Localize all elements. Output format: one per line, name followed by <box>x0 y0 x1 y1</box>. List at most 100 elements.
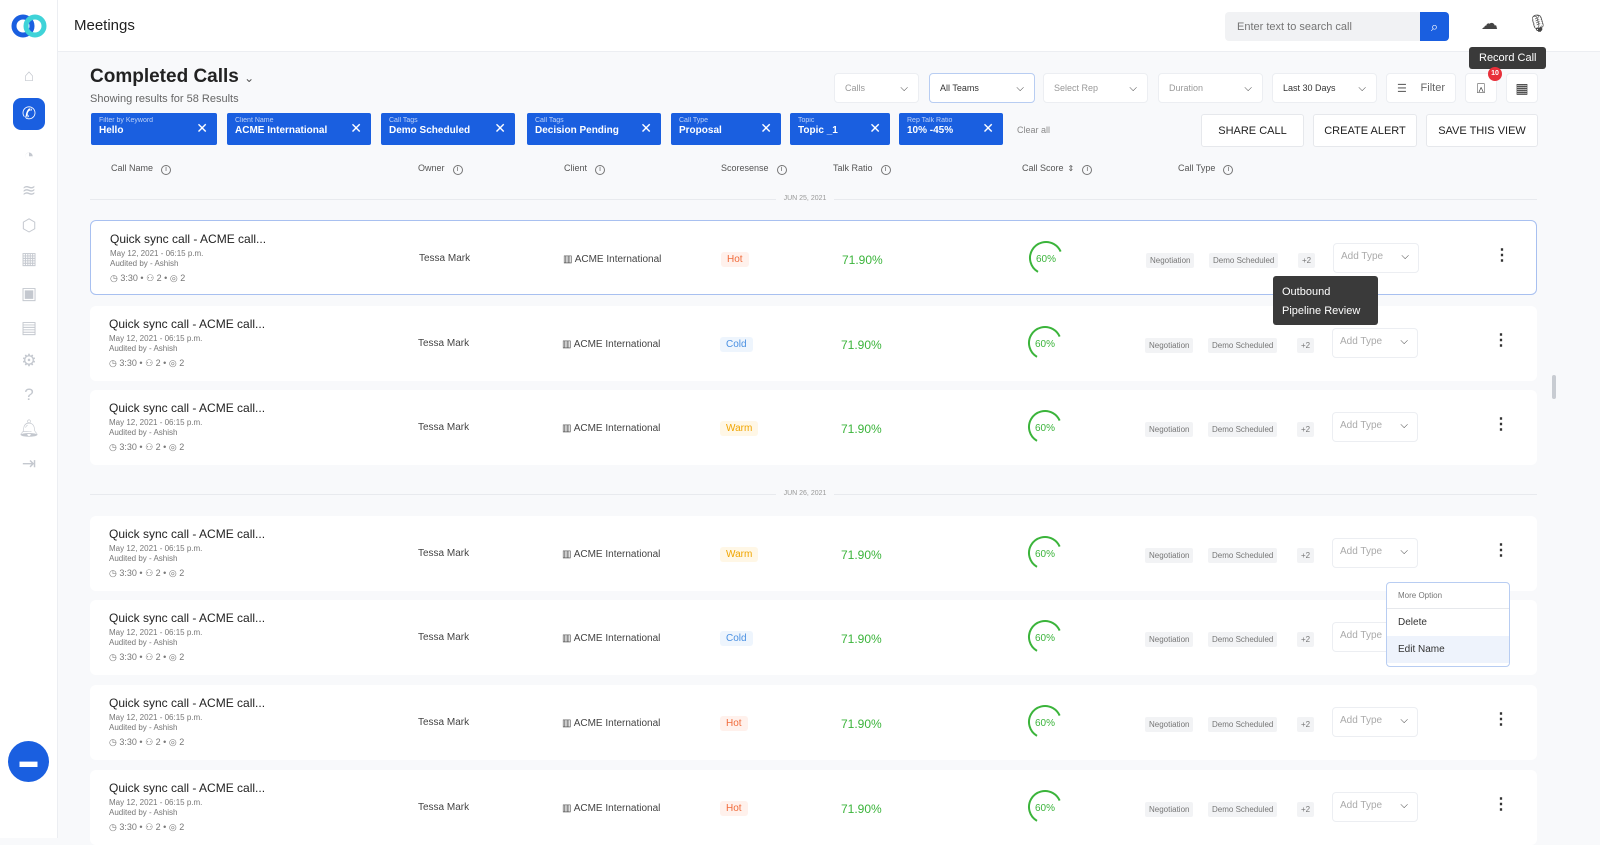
create-alert-button[interactable]: CREATE ALERT <box>1313 114 1417 147</box>
teams-dropdown[interactable]: All Teams ⌵ <box>929 73 1035 103</box>
report-icon[interactable]: ▤ <box>13 312 45 344</box>
filter-button[interactable]: ☰ Filter <box>1386 73 1456 103</box>
more-options-icon[interactable]: ⋮ <box>1493 417 1509 433</box>
date-range-dropdown[interactable]: Last 30 Days ⌵ <box>1272 73 1377 103</box>
settings-icon[interactable]: ⚙ <box>13 345 45 377</box>
chip-value: Proposal <box>679 125 722 136</box>
filter-chip[interactable]: Call Type Proposal ✕ <box>671 113 781 145</box>
upload-cloud-icon[interactable]: ☁ <box>1481 14 1498 34</box>
add-type-dropdown[interactable]: Add Type ⌵ <box>1332 707 1418 737</box>
more-tags-badge[interactable]: +2 <box>1297 548 1315 563</box>
add-type-dropdown[interactable]: Add Type ⌵ <box>1333 243 1419 273</box>
client: ▥ ACME International <box>562 423 660 434</box>
filter-chip[interactable]: Rep Talk Ratio 10% -45% ✕ <box>899 113 1003 145</box>
filter-chip[interactable]: Filter by Keyword Hello ✕ <box>91 113 217 145</box>
comments-count: 2 <box>179 737 185 747</box>
add-type-dropdown[interactable]: Add Type ⌵ <box>1332 412 1418 442</box>
chat-button[interactable]: ▬ <box>8 741 49 782</box>
save-view-button[interactable]: SAVE THIS VIEW <box>1426 114 1538 147</box>
clear-all-link[interactable]: Clear all <box>1017 125 1050 135</box>
call-score-label: 60% <box>1035 339 1055 350</box>
participants-count: 2 <box>155 568 161 578</box>
schedule-button[interactable]: ▦ <box>1506 73 1538 103</box>
logout-icon[interactable]: ⇥ <box>13 448 45 480</box>
share-call-button[interactable]: SHARE CALL <box>1201 114 1304 147</box>
microphone-icon[interactable]: 🎙︎ <box>1527 14 1549 34</box>
call-name[interactable]: Quick sync call - ACME call... <box>109 696 265 710</box>
add-type-dropdown[interactable]: Add Type ⌵ <box>1332 538 1418 568</box>
table-row[interactable]: Quick sync call - ACME call... May 12, 2… <box>90 685 1537 760</box>
bell-icon[interactable]: 🔔︎ <box>13 413 45 445</box>
comment-icon: ◎ <box>168 358 177 368</box>
chip-value: Hello <box>99 125 124 136</box>
team-icon[interactable]: ⬡ <box>13 210 45 242</box>
filter-chip[interactable]: Topic Topic _1 ✕ <box>790 113 890 145</box>
phone-icon[interactable]: ✆ <box>13 98 45 130</box>
duration-dropdown[interactable]: Duration ⌵ <box>1158 73 1263 103</box>
close-icon[interactable]: ✕ <box>196 120 208 137</box>
call-name[interactable]: Quick sync call - ACME call... <box>109 401 265 415</box>
table-row[interactable]: Quick sync call - ACME call... May 12, 2… <box>90 390 1537 465</box>
call-tag: Demo Scheduled <box>1209 253 1279 268</box>
more-options-icon[interactable]: ⋮ <box>1493 797 1509 813</box>
more-options-icon[interactable]: ⋮ <box>1493 333 1509 349</box>
help-icon[interactable]: ? <box>13 379 45 411</box>
more-tags-badge[interactable]: +2 <box>1297 717 1315 732</box>
more-options-icon[interactable]: ⋮ <box>1494 248 1510 264</box>
menu-item-delete[interactable]: Delete <box>1387 609 1509 636</box>
layers-icon[interactable]: ≋ <box>13 175 45 207</box>
contact-icon[interactable]: ▣ <box>13 278 45 310</box>
more-tags-badge[interactable]: +2 <box>1297 632 1315 647</box>
calls-dropdown[interactable]: Calls ⌵ <box>834 73 919 103</box>
calendar-icon[interactable]: ▦ <box>13 243 45 275</box>
chevron-down-icon[interactable]: ⌄ <box>244 71 254 85</box>
dropdown-value: Calls <box>845 83 866 93</box>
close-icon[interactable]: ✕ <box>869 120 881 137</box>
column-label: Talk Ratio <box>833 163 873 173</box>
search-button[interactable]: ⌕ <box>1420 12 1449 41</box>
pie-chart-icon[interactable]: ◔ <box>13 140 45 172</box>
column-header[interactable]: Call Score ⇕ i <box>1022 163 1093 175</box>
close-icon[interactable]: ✕ <box>640 120 652 137</box>
call-name[interactable]: Quick sync call - ACME call... <box>110 232 266 246</box>
search-input[interactable] <box>1225 12 1420 41</box>
participants-count: 2 <box>155 358 161 368</box>
close-icon[interactable]: ✕ <box>982 120 994 137</box>
page-title[interactable]: Completed Calls ⌄ <box>90 66 254 88</box>
filter-chip[interactable]: Client Name ACME International ✕ <box>227 113 371 145</box>
more-tags-badge[interactable]: +2 <box>1297 802 1315 817</box>
call-name[interactable]: Quick sync call - ACME call... <box>109 317 265 331</box>
call-name[interactable]: Quick sync call - ACME call... <box>109 611 265 625</box>
close-icon[interactable]: ✕ <box>494 120 506 137</box>
add-type-dropdown[interactable]: Add Type ⌵ <box>1332 792 1418 822</box>
more-tags-badge[interactable]: +2 <box>1298 253 1316 268</box>
call-score-ring: 60% <box>1028 620 1062 654</box>
date-divider: JUN 25, 2021 <box>0 195 1600 202</box>
call-name[interactable]: Quick sync call - ACME call... <box>109 527 265 541</box>
client: ▥ ACME International <box>563 254 661 265</box>
table-row[interactable]: Quick sync call - ACME call... May 12, 2… <box>90 516 1537 591</box>
table-row[interactable]: Quick sync call - ACME call... May 12, 2… <box>90 600 1537 675</box>
scrollbar[interactable] <box>1552 375 1556 399</box>
rep-dropdown[interactable]: Select Rep ⌵ <box>1043 73 1148 103</box>
add-type-dropdown[interactable]: Add Type ⌵ <box>1332 328 1418 358</box>
menu-title: More Option <box>1387 583 1509 609</box>
sort-icon[interactable]: ⇕ <box>1068 164 1075 173</box>
call-date: May 12, 2021 - 06:15 p.m. <box>109 334 203 343</box>
close-icon[interactable]: ✕ <box>350 120 362 137</box>
client-name: ACME International <box>573 803 661 814</box>
menu-item-edit-name[interactable]: Edit Name <box>1387 636 1509 663</box>
table-row[interactable]: Quick sync call - ACME call... May 12, 2… <box>90 770 1537 845</box>
talk-ratio: 71.90% <box>841 802 882 816</box>
client-name: ACME International <box>573 423 661 434</box>
more-tags-badge[interactable]: +2 <box>1297 338 1315 353</box>
call-name[interactable]: Quick sync call - ACME call... <box>109 781 265 795</box>
close-icon[interactable]: ✕ <box>760 120 772 137</box>
more-tags-badge[interactable]: +2 <box>1297 422 1315 437</box>
more-options-icon[interactable]: ⋮ <box>1493 712 1509 728</box>
column-header: Call Name i <box>111 163 172 175</box>
filter-chip[interactable]: Call Tags Decision Pending ✕ <box>527 113 661 145</box>
home-icon[interactable]: ⌂ <box>13 60 45 92</box>
filter-chip[interactable]: Call Tags Demo Scheduled ✕ <box>381 113 515 145</box>
more-options-icon[interactable]: ⋮ <box>1493 543 1509 559</box>
